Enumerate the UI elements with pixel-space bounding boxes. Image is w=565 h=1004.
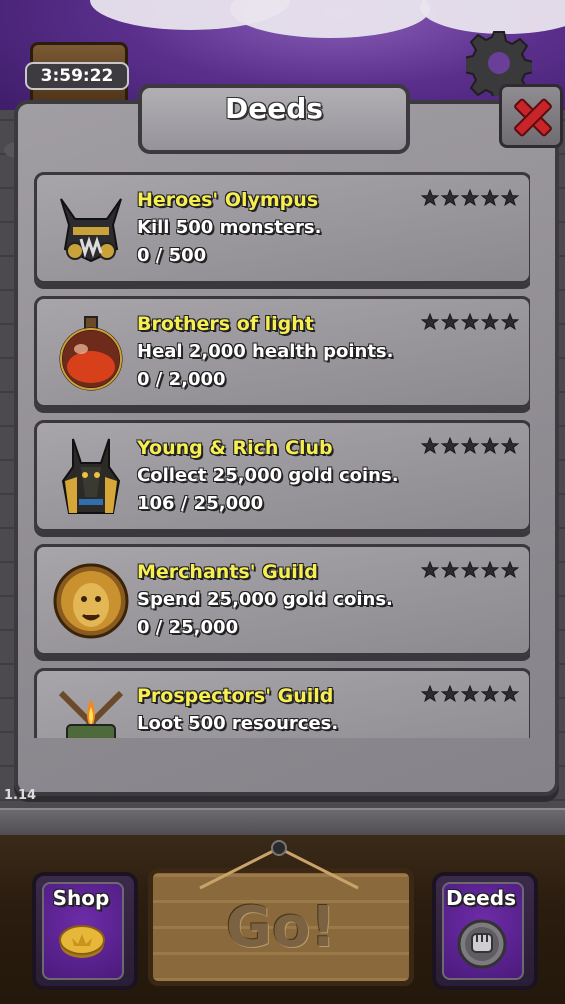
star-icon [421, 313, 439, 331]
star-icon [481, 313, 499, 331]
star-icon [441, 189, 459, 207]
star-rating [421, 313, 519, 331]
deed-card[interactable]: Heroes' Olympus Kill 500 monsters. 0 / 5… [34, 172, 530, 284]
deeds-label: Deeds [446, 886, 516, 910]
shop-label: Shop [52, 886, 110, 910]
version-label: 1.14 [4, 788, 37, 803]
cloud [230, 0, 430, 38]
star-icon [481, 561, 499, 579]
star-icon [501, 685, 519, 703]
deed-description: Heal 2,000 health points. [137, 341, 394, 362]
shop-button[interactable]: Shop [32, 872, 138, 990]
page-title: Deeds [225, 92, 323, 125]
star-icon [421, 561, 439, 579]
deed-title: Heroes' Olympus [137, 189, 319, 211]
close-button[interactable] [499, 84, 563, 148]
star-icon [461, 437, 479, 455]
deed-progress: 0 / 2,000 [137, 369, 226, 390]
deed-description: Loot 500 resources. [137, 713, 339, 734]
crossed-pickaxes-icon [58, 690, 124, 738]
deed-card[interactable]: Young & Rich Club Collect 25,000 gold co… [34, 420, 530, 532]
anubis-mask-icon [61, 438, 121, 514]
star-icon [441, 313, 459, 331]
cloud [420, 0, 565, 34]
deed-progress: 0 / 500 [137, 245, 207, 266]
star-icon [461, 313, 479, 331]
star-icon [481, 189, 499, 207]
fist-badge-icon [457, 919, 507, 969]
deed-title: Prospectors' Guild [137, 685, 334, 707]
star-icon [501, 189, 519, 207]
star-icon [421, 189, 439, 207]
sign-rope-icon [199, 840, 359, 890]
deed-description: Kill 500 monsters. [137, 217, 322, 238]
star-rating [421, 685, 519, 703]
star-rating [421, 561, 519, 579]
go-label: Go! [226, 895, 336, 960]
deed-progress: 0 / 25,000 [137, 617, 239, 638]
health-potion-icon [59, 316, 123, 391]
chest-timer: 3:59:22 [25, 62, 129, 90]
deed-card[interactable]: Prospectors' Guild Loot 500 resources. [34, 668, 530, 738]
deed-description: Collect 25,000 gold coins. [137, 465, 399, 486]
deed-title: Merchants' Guild [137, 561, 318, 583]
star-icon [481, 685, 499, 703]
deed-progress: 106 / 25,000 [137, 493, 264, 514]
star-icon [441, 685, 459, 703]
deed-title: Young & Rich Club [137, 437, 333, 459]
star-icon [501, 313, 519, 331]
star-icon [461, 561, 479, 579]
deed-description: Spend 25,000 gold coins. [137, 589, 393, 610]
lion-head-icon [53, 563, 129, 639]
star-rating [421, 189, 519, 207]
star-rating [421, 437, 519, 455]
star-icon [421, 437, 439, 455]
deed-card[interactable]: Merchants' Guild Spend 25,000 gold coins… [34, 544, 530, 656]
star-icon [421, 685, 439, 703]
star-icon [481, 437, 499, 455]
star-icon [461, 685, 479, 703]
star-icon [501, 561, 519, 579]
deeds-button[interactable]: Deeds [432, 872, 538, 990]
star-icon [441, 437, 459, 455]
star-icon [461, 189, 479, 207]
deed-card[interactable]: Brothers of light Heal 2,000 health poin… [34, 296, 530, 408]
horned-helmet-icon [60, 198, 122, 263]
star-icon [441, 561, 459, 579]
star-icon [501, 437, 519, 455]
deeds-list[interactable]: Heroes' Olympus Kill 500 monsters. 0 / 5… [34, 170, 530, 738]
gold-coin-icon [59, 925, 105, 958]
deed-title: Brothers of light [137, 313, 314, 335]
